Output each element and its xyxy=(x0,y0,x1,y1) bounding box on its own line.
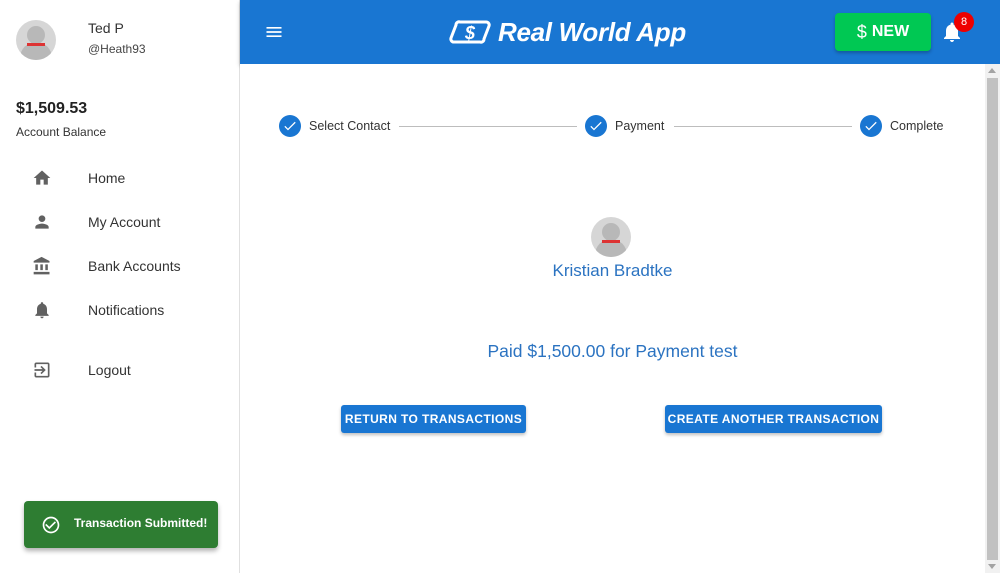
sidebar-item-home[interactable]: Home xyxy=(0,158,239,198)
step-label-payment: Payment xyxy=(615,119,665,133)
account-balance-amount: $1,509.53 xyxy=(16,100,88,117)
main-content: Select Contact Payment Complete Kristian… xyxy=(240,64,985,573)
step-label-select-contact: Select Contact xyxy=(309,119,391,133)
scrollbar-thumb[interactable] xyxy=(987,78,998,560)
home-icon xyxy=(33,170,51,185)
logo-icon: $ xyxy=(449,20,491,44)
step-2-check-icon xyxy=(585,115,607,137)
new-button-label: NEW xyxy=(871,23,910,40)
menu-icon[interactable] xyxy=(264,22,284,42)
sidebar-item-label: Bank Accounts xyxy=(88,258,181,274)
logout-icon xyxy=(34,362,50,378)
step-connector xyxy=(399,126,577,127)
step-connector xyxy=(674,126,852,127)
step-label-complete: Complete xyxy=(890,119,944,133)
transaction-summary: Paid $1,500.00 for Payment test xyxy=(487,341,738,361)
create-another-transaction-button[interactable]: CREATE ANOTHER TRANSACTION xyxy=(665,405,882,433)
sidebar-item-label: My Account xyxy=(88,214,161,230)
svg-text:$: $ xyxy=(464,23,476,43)
success-snackbar: Transaction Submitted! xyxy=(24,501,218,548)
new-transaction-button[interactable]: $ NEW xyxy=(835,13,931,51)
scroll-up-arrow-icon[interactable] xyxy=(988,68,996,73)
app-header: $ Real World App $ NEW 8 xyxy=(240,0,1000,64)
user-handle: @Heath93 xyxy=(88,42,146,56)
sidebar-item-notifications[interactable]: Notifications xyxy=(0,290,239,330)
contact-avatar xyxy=(591,217,631,257)
app-logo: $ Real World App xyxy=(448,14,686,50)
bell-icon xyxy=(35,302,49,319)
app-title: Real World App xyxy=(498,16,686,47)
account-balance-label: Account Balance xyxy=(16,125,107,139)
sidebar-item-label: Notifications xyxy=(88,302,165,318)
sidebar-item-bank-accounts[interactable]: Bank Accounts xyxy=(0,246,239,286)
sidebar-item-my-account[interactable]: My Account xyxy=(0,202,239,242)
snackbar-message: Transaction Submitted! xyxy=(74,516,208,530)
vertical-scrollbar[interactable] xyxy=(985,64,1000,573)
user-full-name: Ted P xyxy=(88,20,124,36)
sidebar: Ted P @Heath93 $1,509.53 Account Balance… xyxy=(0,0,240,573)
contact-name: Kristian Bradtke xyxy=(552,261,673,280)
bank-icon xyxy=(33,256,50,275)
sidebar-item-logout[interactable]: Logout xyxy=(0,350,239,390)
user-avatar xyxy=(16,20,56,60)
dollar-icon: $ xyxy=(856,21,867,42)
check-circle-icon xyxy=(42,516,60,534)
person-icon xyxy=(35,215,49,229)
sidebar-item-label: Logout xyxy=(88,362,131,378)
step-3-check-icon xyxy=(860,115,882,137)
return-to-transactions-button[interactable]: RETURN TO TRANSACTIONS xyxy=(341,405,526,433)
step-1-check-icon xyxy=(279,115,301,137)
notification-count-badge: 8 xyxy=(954,12,974,32)
sidebar-item-label: Home xyxy=(88,170,126,186)
scroll-down-arrow-icon[interactable] xyxy=(988,564,996,569)
